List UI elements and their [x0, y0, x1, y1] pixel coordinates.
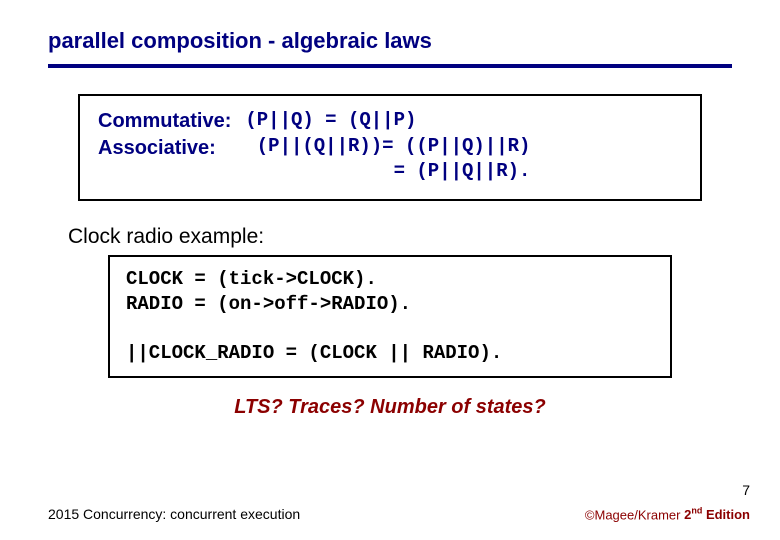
law-rules: (P||Q) = (Q||P) (P||(Q||R))= ((P||Q)||R)… — [245, 108, 530, 185]
title-rule — [48, 64, 732, 68]
footer-left: 2015 Concurrency: concurrent execution — [48, 506, 300, 522]
footer-copyright: ©Magee/Kramer — [585, 507, 684, 522]
example-label: Clock radio example: — [68, 225, 732, 249]
law-labels: Commutative: Associative: — [98, 108, 231, 185]
footer-edition: 2nd Edition — [684, 507, 750, 522]
questions: LTS? Traces? Number of states? — [48, 396, 732, 419]
slide: parallel composition - algebraic laws Co… — [0, 0, 780, 540]
code-box: CLOCK = (tick->CLOCK). RADIO = (on->off-… — [108, 255, 672, 378]
laws-box: Commutative: Associative: (P||Q) = (Q||P… — [78, 94, 702, 201]
slide-title: parallel composition - algebraic laws — [48, 28, 732, 64]
footer-right: ©Magee/Kramer 2nd Edition — [585, 506, 750, 522]
page-number: 7 — [742, 482, 750, 498]
